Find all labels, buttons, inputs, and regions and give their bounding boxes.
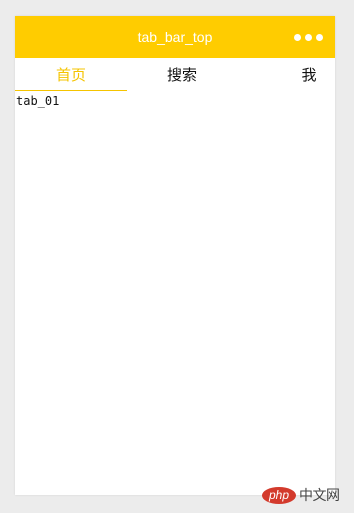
page-title: tab_bar_top <box>137 29 213 45</box>
dot <box>316 33 323 41</box>
tab-me[interactable]: 我 <box>237 58 335 91</box>
more-dots-icon[interactable] <box>294 30 323 44</box>
dot <box>305 33 312 41</box>
tab-home[interactable]: 首页 <box>15 58 127 91</box>
dot <box>294 33 301 41</box>
php-logo: php <box>262 486 296 504</box>
watermark-text: 中文网 <box>299 488 340 504</box>
watermark: php 中文网 <box>262 484 340 506</box>
navigation-bar: tab_bar_top <box>15 16 335 58</box>
top-tab-bar: 首页 搜索 我 <box>15 58 335 91</box>
phone-screen: tab_bar_top 首页 搜索 我 tab_01 <box>15 16 335 495</box>
tab-content-text: tab_01 <box>16 94 60 108</box>
tab-search[interactable]: 搜索 <box>127 58 237 91</box>
